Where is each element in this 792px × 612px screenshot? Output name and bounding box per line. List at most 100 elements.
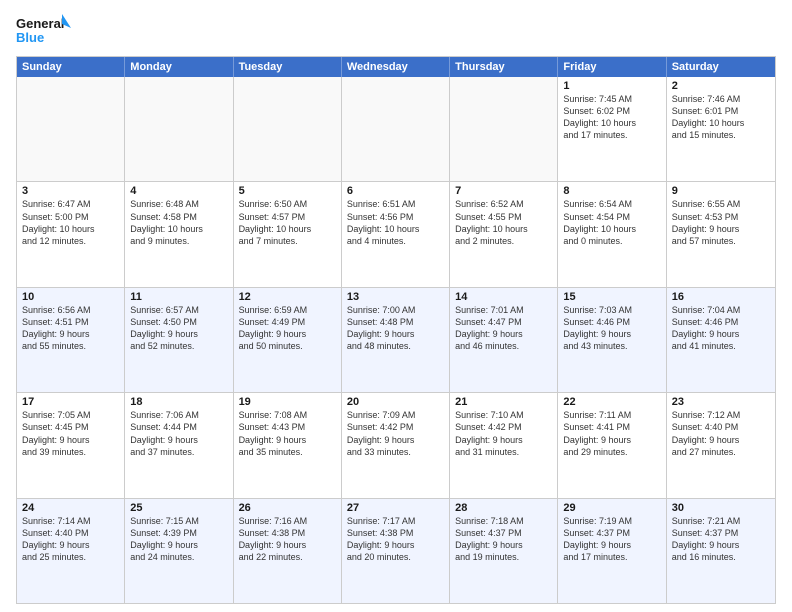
header-day-wednesday: Wednesday [342,57,450,77]
calendar-row-1: 3Sunrise: 6:47 AM Sunset: 5:00 PM Daylig… [17,181,775,286]
cell-content: Sunrise: 7:18 AM Sunset: 4:37 PM Dayligh… [455,515,552,564]
cal-cell-9: 9Sunrise: 6:55 AM Sunset: 4:53 PM Daylig… [667,182,775,286]
day-number: 8 [563,185,660,197]
header-day-tuesday: Tuesday [234,57,342,77]
cal-cell-28: 28Sunrise: 7:18 AM Sunset: 4:37 PM Dayli… [450,499,558,603]
calendar-row-2: 10Sunrise: 6:56 AM Sunset: 4:51 PM Dayli… [17,287,775,392]
day-number: 15 [563,291,660,303]
cal-cell-14: 14Sunrise: 7:01 AM Sunset: 4:47 PM Dayli… [450,288,558,392]
day-number: 19 [239,396,336,408]
day-number: 17 [22,396,119,408]
cal-cell-30: 30Sunrise: 7:21 AM Sunset: 4:37 PM Dayli… [667,499,775,603]
cell-content: Sunrise: 7:08 AM Sunset: 4:43 PM Dayligh… [239,409,336,458]
cell-content: Sunrise: 7:16 AM Sunset: 4:38 PM Dayligh… [239,515,336,564]
day-number: 21 [455,396,552,408]
day-number: 13 [347,291,444,303]
day-number: 9 [672,185,770,197]
day-number: 27 [347,502,444,514]
cal-cell-25: 25Sunrise: 7:15 AM Sunset: 4:39 PM Dayli… [125,499,233,603]
calendar: SundayMondayTuesdayWednesdayThursdayFrid… [16,56,776,604]
cell-content: Sunrise: 6:52 AM Sunset: 4:55 PM Dayligh… [455,198,552,247]
cal-cell-empty-4 [450,77,558,181]
cal-cell-8: 8Sunrise: 6:54 AM Sunset: 4:54 PM Daylig… [558,182,666,286]
day-number: 12 [239,291,336,303]
day-number: 23 [672,396,770,408]
cell-content: Sunrise: 6:59 AM Sunset: 4:49 PM Dayligh… [239,304,336,353]
cell-content: Sunrise: 7:45 AM Sunset: 6:02 PM Dayligh… [563,93,660,142]
day-number: 6 [347,185,444,197]
cal-cell-20: 20Sunrise: 7:09 AM Sunset: 4:42 PM Dayli… [342,393,450,497]
cal-cell-empty-1 [125,77,233,181]
day-number: 28 [455,502,552,514]
cal-cell-13: 13Sunrise: 7:00 AM Sunset: 4:48 PM Dayli… [342,288,450,392]
cal-cell-21: 21Sunrise: 7:10 AM Sunset: 4:42 PM Dayli… [450,393,558,497]
day-number: 5 [239,185,336,197]
cal-cell-4: 4Sunrise: 6:48 AM Sunset: 4:58 PM Daylig… [125,182,233,286]
day-number: 11 [130,291,227,303]
cell-content: Sunrise: 6:57 AM Sunset: 4:50 PM Dayligh… [130,304,227,353]
cal-cell-3: 3Sunrise: 6:47 AM Sunset: 5:00 PM Daylig… [17,182,125,286]
cell-content: Sunrise: 6:47 AM Sunset: 5:00 PM Dayligh… [22,198,119,247]
cell-content: Sunrise: 7:11 AM Sunset: 4:41 PM Dayligh… [563,409,660,458]
cell-content: Sunrise: 7:09 AM Sunset: 4:42 PM Dayligh… [347,409,444,458]
cal-cell-10: 10Sunrise: 6:56 AM Sunset: 4:51 PM Dayli… [17,288,125,392]
cal-cell-2: 2Sunrise: 7:46 AM Sunset: 6:01 PM Daylig… [667,77,775,181]
page: General Blue SundayMondayTuesdayWednesda… [0,0,792,612]
svg-text:General: General [16,16,64,31]
calendar-row-4: 24Sunrise: 7:14 AM Sunset: 4:40 PM Dayli… [17,498,775,603]
header-day-thursday: Thursday [450,57,558,77]
day-number: 1 [563,80,660,92]
day-number: 29 [563,502,660,514]
day-number: 4 [130,185,227,197]
calendar-row-0: 1Sunrise: 7:45 AM Sunset: 6:02 PM Daylig… [17,77,775,181]
cell-content: Sunrise: 7:03 AM Sunset: 4:46 PM Dayligh… [563,304,660,353]
cal-cell-22: 22Sunrise: 7:11 AM Sunset: 4:41 PM Dayli… [558,393,666,497]
day-number: 3 [22,185,119,197]
day-number: 24 [22,502,119,514]
calendar-row-3: 17Sunrise: 7:05 AM Sunset: 4:45 PM Dayli… [17,392,775,497]
cell-content: Sunrise: 7:17 AM Sunset: 4:38 PM Dayligh… [347,515,444,564]
cal-cell-19: 19Sunrise: 7:08 AM Sunset: 4:43 PM Dayli… [234,393,342,497]
day-number: 18 [130,396,227,408]
header: General Blue [16,12,776,50]
cell-content: Sunrise: 6:55 AM Sunset: 4:53 PM Dayligh… [672,198,770,247]
logo-svg: General Blue [16,12,71,50]
cal-cell-27: 27Sunrise: 7:17 AM Sunset: 4:38 PM Dayli… [342,499,450,603]
cal-cell-empty-3 [342,77,450,181]
cal-cell-15: 15Sunrise: 7:03 AM Sunset: 4:46 PM Dayli… [558,288,666,392]
day-number: 20 [347,396,444,408]
cell-content: Sunrise: 6:56 AM Sunset: 4:51 PM Dayligh… [22,304,119,353]
header-day-friday: Friday [558,57,666,77]
cal-cell-5: 5Sunrise: 6:50 AM Sunset: 4:57 PM Daylig… [234,182,342,286]
cell-content: Sunrise: 7:01 AM Sunset: 4:47 PM Dayligh… [455,304,552,353]
cell-content: Sunrise: 7:46 AM Sunset: 6:01 PM Dayligh… [672,93,770,142]
svg-text:Blue: Blue [16,30,44,45]
cell-content: Sunrise: 7:14 AM Sunset: 4:40 PM Dayligh… [22,515,119,564]
cal-cell-18: 18Sunrise: 7:06 AM Sunset: 4:44 PM Dayli… [125,393,233,497]
day-number: 16 [672,291,770,303]
calendar-header: SundayMondayTuesdayWednesdayThursdayFrid… [17,57,775,77]
cal-cell-23: 23Sunrise: 7:12 AM Sunset: 4:40 PM Dayli… [667,393,775,497]
cal-cell-26: 26Sunrise: 7:16 AM Sunset: 4:38 PM Dayli… [234,499,342,603]
logo: General Blue [16,12,71,50]
cell-content: Sunrise: 7:15 AM Sunset: 4:39 PM Dayligh… [130,515,227,564]
cal-cell-empty-0 [17,77,125,181]
cell-content: Sunrise: 7:06 AM Sunset: 4:44 PM Dayligh… [130,409,227,458]
cal-cell-24: 24Sunrise: 7:14 AM Sunset: 4:40 PM Dayli… [17,499,125,603]
cell-content: Sunrise: 6:54 AM Sunset: 4:54 PM Dayligh… [563,198,660,247]
cal-cell-empty-2 [234,77,342,181]
cal-cell-16: 16Sunrise: 7:04 AM Sunset: 4:46 PM Dayli… [667,288,775,392]
header-day-monday: Monday [125,57,233,77]
cell-content: Sunrise: 7:05 AM Sunset: 4:45 PM Dayligh… [22,409,119,458]
day-number: 2 [672,80,770,92]
day-number: 30 [672,502,770,514]
cal-cell-11: 11Sunrise: 6:57 AM Sunset: 4:50 PM Dayli… [125,288,233,392]
cell-content: Sunrise: 7:00 AM Sunset: 4:48 PM Dayligh… [347,304,444,353]
cal-cell-29: 29Sunrise: 7:19 AM Sunset: 4:37 PM Dayli… [558,499,666,603]
calendar-body: 1Sunrise: 7:45 AM Sunset: 6:02 PM Daylig… [17,77,775,603]
cell-content: Sunrise: 7:12 AM Sunset: 4:40 PM Dayligh… [672,409,770,458]
day-number: 10 [22,291,119,303]
cell-content: Sunrise: 6:48 AM Sunset: 4:58 PM Dayligh… [130,198,227,247]
day-number: 14 [455,291,552,303]
cell-content: Sunrise: 7:04 AM Sunset: 4:46 PM Dayligh… [672,304,770,353]
